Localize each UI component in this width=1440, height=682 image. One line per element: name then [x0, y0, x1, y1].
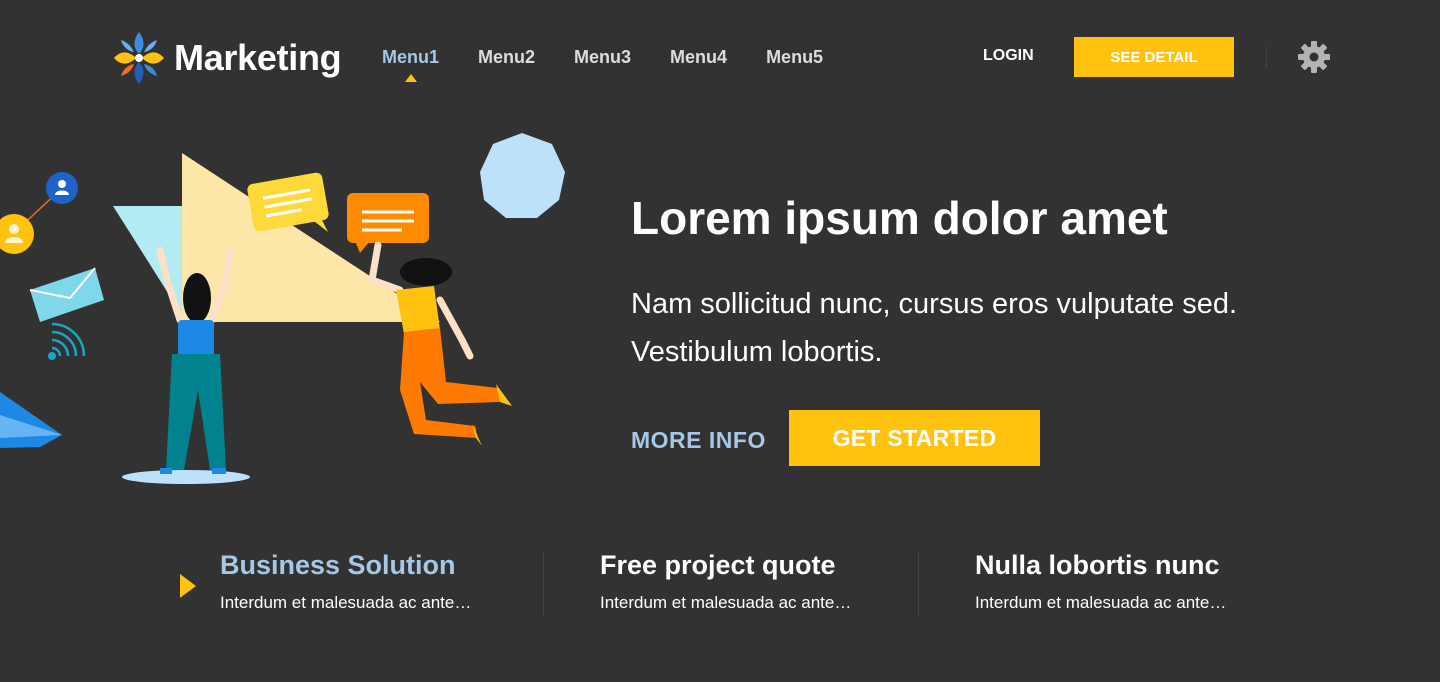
nav-item-menu1[interactable]: Menu1 [382, 44, 440, 82]
envelope-icon [29, 267, 104, 322]
see-detail-button[interactable]: SEE DETAIL [1074, 37, 1234, 77]
nav-item-menu4[interactable]: Menu4 [670, 44, 727, 70]
wifi-signal-icon [48, 322, 86, 360]
feature-divider [543, 552, 544, 616]
feature-description: Interdum et malesuada ac ante… [220, 593, 472, 612]
nav-item-menu5[interactable]: Menu5 [766, 44, 823, 70]
user-node-icon [0, 172, 78, 254]
hero-description: Nam sollicitud nunc, cursus eros vulputa… [631, 288, 1238, 368]
nav-item-label: Menu4 [670, 47, 728, 67]
header: Marketing Menu1 Menu2 Menu3 Menu4 Menu5 … [0, 0, 1440, 110]
active-feature-arrow-icon [180, 574, 196, 598]
gear-icon[interactable] [1297, 40, 1331, 74]
chat-bubble-icon [347, 193, 429, 253]
nav-item-menu2[interactable]: Menu2 [478, 44, 535, 70]
feature-title: Free project quote [600, 550, 836, 580]
chat-bubble-icon [247, 172, 329, 232]
header-divider [1266, 46, 1267, 68]
nonagon-shape [480, 133, 565, 218]
feature-free-project-quote[interactable]: Free project quote Interdum et malesuada… [600, 548, 851, 614]
feature-description: Interdum et malesuada ac ante… [975, 593, 1227, 612]
feature-divider [918, 552, 919, 616]
feature-description: Interdum et malesuada ac ante… [600, 593, 852, 612]
hero-illustration [0, 133, 565, 484]
nav-item-label: Menu3 [574, 47, 632, 67]
more-info-link[interactable]: MORE INFO [631, 426, 766, 454]
feature-title: Nulla lobortis nunc [975, 550, 1220, 580]
get-started-button[interactable]: GET STARTED [789, 410, 1040, 466]
brand-name: Marketing [174, 37, 342, 78]
nav-item-label: Menu2 [478, 47, 536, 67]
feature-nulla-lobortis-nunc[interactable]: Nulla lobortis nunc Interdum et malesuad… [975, 548, 1226, 614]
main-nav: Menu1 Menu2 Menu3 Menu4 Menu5 [382, 44, 862, 82]
nav-item-menu3[interactable]: Menu3 [574, 44, 631, 70]
brand-logo[interactable]: Marketing [112, 30, 342, 86]
login-link[interactable]: LOGIN [983, 45, 1034, 67]
jumping-woman-figure [368, 241, 512, 446]
active-indicator-icon [404, 74, 417, 82]
nav-item-label: Menu5 [766, 47, 824, 67]
feature-business-solution[interactable]: Business Solution Interdum et malesuada … [220, 548, 471, 614]
nav-item-label: Menu1 [382, 47, 440, 67]
hero-title: Lorem ipsum dolor amet [631, 192, 1168, 244]
feature-title: Business Solution [220, 550, 456, 580]
flower-logo-icon [114, 32, 164, 84]
